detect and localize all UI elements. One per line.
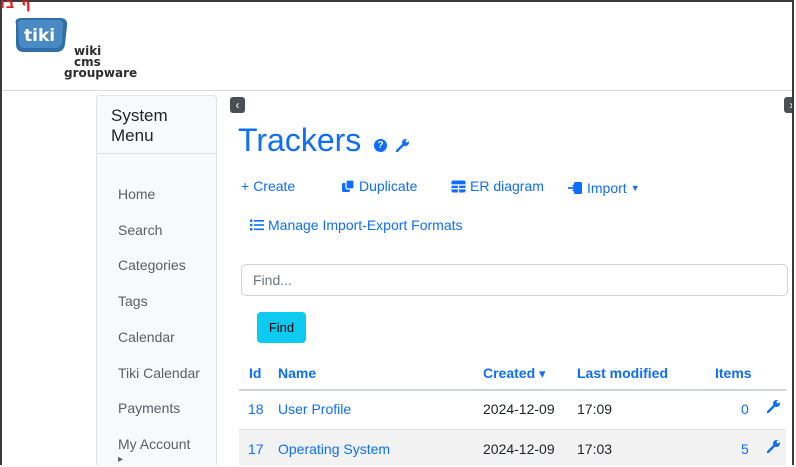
column-header-id[interactable]: Id [249, 365, 261, 381]
tracker-modified: 17:09 [577, 401, 613, 417]
table-row: 17 Operating System 2024-12-09 17:03 5 [239, 430, 786, 465]
logo-wordmark: wiki cms groupware [64, 45, 138, 80]
toggle-right-column-button[interactable]: › [784, 97, 792, 113]
column-header-created[interactable]: Created ▾ [483, 365, 546, 382]
toggle-left-column-button[interactable]: ‹ [230, 97, 245, 113]
logo-line-groupware: groupware [64, 66, 138, 80]
sidebar-item-home[interactable]: Home [118, 186, 155, 202]
manage-formats-label: Manage Import-Export Formats [268, 217, 463, 233]
sort-desc-icon: ▾ [539, 366, 546, 381]
create-button[interactable]: + Create [241, 178, 295, 194]
column-header-name[interactable]: Name [278, 365, 316, 381]
system-menu: System Menu Home Search Categories Tags … [96, 95, 217, 465]
tracker-id[interactable]: 17 [248, 441, 264, 457]
logo-badge-text: tiki [24, 26, 55, 46]
sidebar-item-search[interactable]: Search [118, 222, 162, 238]
manage-formats-button[interactable]: Manage Import-Export Formats [250, 217, 463, 233]
tracker-modified: 17:03 [577, 441, 613, 457]
import-label: Import [587, 180, 627, 196]
duplicate-label: Duplicate [359, 178, 418, 194]
wrench-icon[interactable] [396, 138, 410, 152]
import-icon [568, 182, 582, 194]
submenu-arrow-icon[interactable]: ▸ [118, 454, 123, 465]
tracker-id[interactable]: 18 [248, 401, 264, 417]
tracker-name[interactable]: Operating System [278, 441, 390, 457]
caret-down-icon: ▼ [630, 183, 640, 193]
tiki-logo-badge-icon: tiki [15, 18, 68, 52]
divider [97, 153, 216, 154]
import-dropdown[interactable]: Import ▼ [568, 180, 640, 196]
er-diagram-button[interactable]: ER diagram [451, 178, 544, 194]
tracker-created: 2024-12-09 [483, 401, 555, 417]
system-menu-title: System Menu [111, 106, 168, 145]
title-icons: ? [374, 138, 410, 152]
table-header: Id Name Created ▾ Last modified Items [239, 356, 786, 391]
corner-annotation: ף בו [0, 0, 32, 12]
er-diagram-label: ER diagram [470, 178, 544, 194]
table-row: 18 User Profile 2024-12-09 17:09 0 [239, 390, 786, 430]
sidebar-item-tiki-calendar[interactable]: Tiki Calendar [118, 365, 200, 381]
sidebar-item-tags[interactable]: Tags [118, 293, 148, 309]
find-button[interactable]: Find [257, 312, 306, 343]
site-header: tiki wiki cms groupware [2, 2, 792, 91]
browser-frame: tiki wiki cms groupware System Menu Home… [0, 0, 794, 465]
copy-icon [342, 179, 355, 192]
sidebar-item-my-account[interactable]: My Account [118, 436, 190, 452]
duplicate-button[interactable]: Duplicate [341, 178, 417, 194]
sidebar-item-payments[interactable]: Payments [118, 400, 180, 416]
tiki-logo[interactable]: tiki wiki cms groupware [12, 16, 152, 86]
create-label: Create [253, 178, 296, 194]
tracker-items-count[interactable]: 5 [741, 441, 749, 457]
plus-icon: + [241, 178, 250, 194]
sidebar-item-calendar[interactable]: Calendar [118, 329, 175, 345]
wrench-icon[interactable] [767, 399, 781, 413]
help-icon[interactable]: ? [374, 138, 387, 152]
tracker-created: 2024-12-09 [483, 441, 555, 457]
sidebar-item-categories[interactable]: Categories [118, 257, 186, 273]
created-header-label: Created [483, 365, 536, 381]
table-icon [451, 180, 466, 192]
column-header-last-modified[interactable]: Last modified [577, 365, 668, 381]
search-input[interactable] [241, 264, 788, 296]
tracker-items-count[interactable]: 0 [741, 401, 749, 417]
list-icon [250, 219, 264, 231]
wrench-icon[interactable] [767, 439, 781, 453]
tracker-name[interactable]: User Profile [278, 401, 351, 417]
column-header-items[interactable]: Items [715, 365, 752, 381]
page-title: Trackers [238, 122, 362, 158]
